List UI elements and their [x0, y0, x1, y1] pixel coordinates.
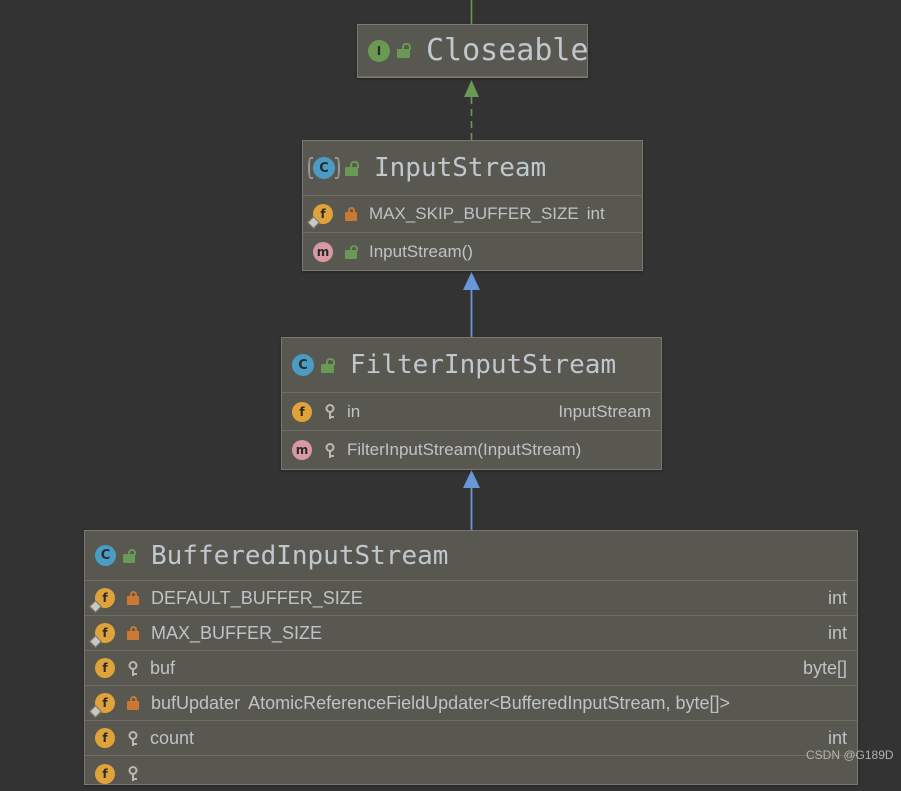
class-box-filterinputstream[interactable]: C FilterInputStream f in InputStream m F… [281, 337, 662, 470]
lock-orange-icon [127, 591, 139, 605]
key-protected-icon [324, 404, 335, 419]
unlock-green-icon [345, 160, 359, 176]
watermark: CSDN @G189D [806, 748, 894, 762]
method-icon: m [292, 440, 312, 460]
member-list-bufferedinputstream: f DEFAULT_BUFFER_SIZE int f MAX_BUFFER_S… [85, 581, 857, 791]
lock-orange-icon [127, 626, 139, 640]
key-protected-icon [127, 766, 138, 781]
class-title-filterinputstream: FilterInputStream [350, 350, 617, 380]
class-header-bufferedinputstream: C BufferedInputStream [85, 531, 857, 581]
class-header-closeable: I Closeable [358, 25, 589, 77]
member-name: DEFAULT_BUFFER_SIZE [151, 587, 363, 608]
field-static-icon-letter: f [102, 591, 108, 605]
class-title-bufferedinputstream: BufferedInputStream [151, 540, 449, 571]
member-list-filterinputstream: f in InputStream m FilterInputStream(Inp… [282, 393, 661, 469]
interface-icon: I [368, 39, 390, 62]
abstract-class-icon-letter: C [319, 160, 329, 176]
lock-orange-icon [127, 696, 139, 710]
class-header-inputstream: C InputStream [303, 141, 642, 196]
member-row[interactable]: f buf byte[] [85, 651, 857, 686]
field-static-icon: f [89, 693, 115, 718]
field-static-icon-letter: f [320, 207, 326, 221]
field-icon-letter: f [102, 661, 108, 675]
member-name: InputStream() [369, 242, 473, 261]
member-type: int [586, 204, 605, 223]
lock-orange-icon [345, 207, 357, 221]
field-icon-letter: f [102, 766, 108, 781]
field-static-icon: f [89, 623, 115, 648]
field-icon-letter: f [299, 404, 305, 419]
member-type: AtomicReferenceFieldUpdater<BufferedInpu… [248, 692, 730, 713]
class-title-inputstream: InputStream [374, 153, 547, 183]
field-icon: f [95, 658, 115, 678]
field-static-icon-letter: f [102, 626, 108, 640]
abstract-class-icon: C [313, 157, 335, 179]
key-protected-icon [127, 730, 138, 746]
class-icon-letter: C [100, 548, 111, 563]
member-name: bufUpdater [151, 692, 241, 713]
class-icon-letter: C [298, 357, 308, 373]
key-protected-icon [324, 442, 335, 458]
member-row[interactable]: f MAX_SKIP_BUFFER_SIZE int [303, 196, 642, 233]
member-list-inputstream: f MAX_SKIP_BUFFER_SIZE int m InputStream… [303, 196, 642, 271]
uml-class-diagram-canvas: InputStream : solid blue --> FilterInput… [0, 0, 901, 785]
member-name: FilterInputStream(InputStream) [347, 440, 582, 459]
field-icon-letter: f [102, 731, 108, 745]
class-box-bufferedinputstream[interactable]: C BufferedInputStream f DEFAULT_BUFFER_S… [84, 530, 858, 785]
unlock-green-icon [123, 548, 136, 563]
member-row[interactable]: f MAX_BUFFER_SIZE int [85, 616, 857, 651]
member-row[interactable]: f [85, 756, 857, 791]
member-name: MAX_SKIP_BUFFER_SIZE [369, 204, 579, 223]
member-row[interactable]: f count int [85, 721, 857, 756]
arrowhead-implements-closeable [464, 80, 479, 97]
field-icon: f [95, 763, 115, 784]
class-title-closeable: Closeable [426, 33, 589, 68]
member-row[interactable]: f bufUpdater AtomicReferenceFieldUpdater… [85, 686, 857, 721]
arrowhead-extends-inputstream [463, 272, 480, 290]
member-row[interactable]: m FilterInputStream(InputStream) [282, 431, 661, 469]
method-icon-letter: m [316, 245, 330, 259]
class-box-closeable[interactable]: I Closeable [357, 24, 589, 78]
method-icon-letter: m [295, 443, 309, 457]
field-icon: f [95, 728, 115, 748]
member-name: buf [150, 657, 176, 678]
member-name: MAX_BUFFER_SIZE [151, 622, 323, 643]
field-static-icon: f [89, 588, 115, 613]
class-header-filterinputstream: C FilterInputStream [282, 338, 661, 393]
member-row[interactable]: f in InputStream [282, 393, 661, 431]
arrowhead-extends-filter [463, 470, 480, 488]
member-type: int [827, 727, 847, 748]
member-row[interactable]: f DEFAULT_BUFFER_SIZE int [85, 581, 857, 616]
member-type: int [827, 587, 847, 608]
member-type: int [827, 622, 847, 643]
field-static-icon: f [307, 204, 333, 229]
interface-icon-letter: I [376, 43, 382, 58]
member-type: byte[] [802, 657, 847, 678]
member-row[interactable]: m InputStream() [303, 233, 642, 271]
member-type: InputStream [558, 401, 651, 421]
field-icon: f [292, 401, 312, 422]
unlock-green-icon [345, 245, 358, 259]
key-protected-icon [127, 660, 138, 676]
field-static-icon-letter: f [102, 696, 108, 710]
class-box-inputstream[interactable]: C InputStream f MAX_SKIP_BUFFER_SIZE int… [302, 140, 643, 271]
class-icon: C [95, 545, 116, 566]
unlock-green-icon [397, 43, 411, 58]
member-name: count [150, 727, 195, 748]
member-name: in [347, 401, 361, 421]
method-icon: m [313, 242, 333, 262]
class-icon: C [292, 354, 314, 376]
unlock-green-icon [321, 357, 335, 373]
